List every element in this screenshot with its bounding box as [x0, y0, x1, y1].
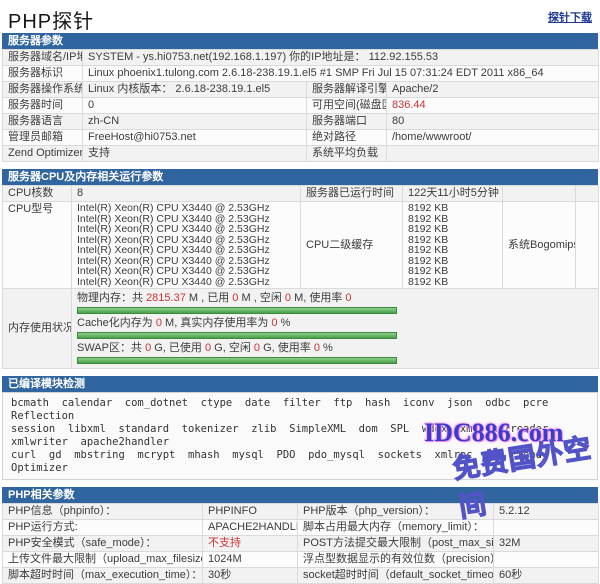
php-params-table: PHP信息（phpinfo）： PHPINFO PHP版本（php_versio… — [2, 503, 599, 584]
modules-line: bcmath calendar com_dotnet ctype date fi… — [11, 397, 589, 423]
row-value: Apache/2 — [387, 82, 599, 98]
physical-memory-progress-bar — [77, 307, 397, 314]
row-label: 服务器标识 — [3, 66, 83, 82]
row-label: PHP安全模式（safe_mode）： — [3, 536, 203, 552]
table-row: 内存使用状况 物理内存：共 2815.37 M , 已用 0 M , 空闲 0 … — [3, 289, 599, 369]
table-row: Zend Optimizer 支持 系统平均负载 — [3, 146, 599, 162]
cpu-cores-value: 8 — [72, 186, 301, 202]
row-value: zh-CN — [83, 114, 307, 130]
row-value: 支持 — [83, 146, 307, 162]
empty-cell — [576, 202, 599, 289]
section-bar-php-params: PHP相关参数 — [2, 487, 598, 503]
empty-cell — [503, 186, 576, 202]
table-row: PHP运行方式: APACHE2HANDLER 脚本占用最大内存（memory_… — [3, 520, 599, 536]
socket-timeout-value: 60秒 — [494, 568, 599, 584]
disk-free-value: 836.44 — [387, 98, 599, 114]
table-row: 服务器标识 Linux phoenix1.tulong.com 2.6.18-2… — [3, 66, 599, 82]
row-label: PHP信息（phpinfo）： — [3, 504, 203, 520]
row-label: Zend Optimizer — [3, 146, 83, 162]
table-row: PHP安全模式（safe_mode）： 不支持 POST方法提交最大限制（pos… — [3, 536, 599, 552]
row-value: Linux phoenix1.tulong.com 2.6.18-238.19.… — [83, 66, 599, 82]
row-value: FreeHost@hi0753.net — [83, 130, 307, 146]
row-label: 服务器解译引擎 — [307, 82, 387, 98]
row-label: 服务器已运行时间 — [301, 186, 403, 202]
table-row: 服务器操作系统 Linux 内核版本： 2.6.18-238.19.1.el5 … — [3, 82, 599, 98]
row-label: 绝对路径 — [307, 130, 387, 146]
cpu-memory-table: CPU核数 8 服务器已运行时间 122天11小时5分钟 CPU型号 Intel… — [2, 185, 599, 369]
table-row: 服务器时间 0 可用空间(磁盘区) 836.44 — [3, 98, 599, 114]
table-row: 管理员邮箱 FreeHost@hi0753.net 绝对路径 /home/www… — [3, 130, 599, 146]
row-label: 服务器操作系统 — [3, 82, 83, 98]
table-row: 上传文件最大限制（upload_max_filesize）： 1024M 浮点型… — [3, 552, 599, 568]
row-label: 服务器域名/IP地址 — [3, 50, 83, 66]
row-value: Linux 内核版本： 2.6.18-238.19.1.el5 — [83, 82, 307, 98]
php-sapi-value: APACHE2HANDLER — [203, 520, 298, 536]
row-label: 系统Bogomips — [503, 202, 576, 289]
row-label: 内存使用状况 — [3, 289, 72, 369]
row-value — [387, 146, 599, 162]
section-bar-server-params: 服务器参数 — [2, 33, 598, 49]
row-value: 0 — [83, 98, 307, 114]
row-label: 浮点型数据显示的有效位数（precision）： — [298, 552, 494, 568]
swap-progress-bar — [77, 357, 397, 364]
page-header: 探针下载 PHP探针 — [0, 0, 600, 33]
section-bar-cpu-memory: 服务器CPU及内存相关运行参数 — [2, 169, 598, 185]
row-label: 服务器语言 — [3, 114, 83, 130]
table-row: PHP信息（phpinfo）： PHPINFO PHP版本（php_versio… — [3, 504, 599, 520]
max-execution-time-value: 30秒 — [203, 568, 298, 584]
row-value: /home/wwwroot/ — [387, 130, 599, 146]
row-label: 上传文件最大限制（upload_max_filesize）： — [3, 552, 203, 568]
upload-max-filesize-value: 1024M — [203, 552, 298, 568]
row-label: CPU二级缓存 — [301, 202, 403, 289]
row-label: 服务器端口 — [307, 114, 387, 130]
row-label: CPU核数 — [3, 186, 72, 202]
table-row: 服务器域名/IP地址 SYSTEM - ys.hi0753.net(192.16… — [3, 50, 599, 66]
page-title: PHP探针 — [8, 11, 94, 33]
modules-line: session libxml standard tokenizer zlib S… — [11, 423, 589, 449]
row-label: socket超时时间（default_socket_timeout）： — [298, 568, 494, 584]
row-label: 脚本超时时间（max_execution_time）： — [3, 568, 203, 584]
probe-download-link[interactable]: 探针下载 — [548, 9, 592, 25]
safe-mode-value: 不支持 — [203, 536, 298, 552]
cpu-model-list: Intel(R) Xeon(R) CPU X3440 @ 2.53GHz Int… — [72, 202, 301, 289]
table-row: 脚本超时时间（max_execution_time）： 30秒 socket超时… — [3, 568, 599, 584]
row-label: 脚本占用最大内存（memory_limit）： — [298, 520, 494, 536]
row-label: 可用空间(磁盘区) — [307, 98, 387, 114]
table-row: CPU型号 Intel(R) Xeon(R) CPU X3440 @ 2.53G… — [3, 202, 599, 289]
table-row: 服务器语言 zh-CN 服务器端口 80 — [3, 114, 599, 130]
cache-memory-line: Cache化内存为 0 M, 真实内存使用率为 0 % — [77, 317, 593, 330]
row-label: CPU型号 — [3, 202, 72, 289]
row-value: 80 — [387, 114, 599, 130]
modules-list: bcmath calendar com_dotnet ctype date fi… — [2, 392, 598, 480]
uptime-value: 122天11小时5分钟 — [403, 186, 503, 202]
row-label: POST方法提交最大限制（post_max_size）： — [298, 536, 494, 552]
cpu-cache-list: 8192 KB 8192 KB 8192 KB 8192 KB 8192 KB … — [403, 202, 503, 289]
memory-limit-value — [494, 520, 599, 536]
php-version-value: 5.2.12 — [494, 504, 599, 520]
swap-line: SWAP区：共 0 G, 已使用 0 G, 空闲 0 G, 使用率 0 % — [77, 342, 593, 355]
post-max-size-value: 32M — [494, 536, 599, 552]
row-label: 管理员邮箱 — [3, 130, 83, 146]
row-label: PHP运行方式: — [3, 520, 203, 536]
memory-usage-cell: 物理内存：共 2815.37 M , 已用 0 M , 空闲 0 M, 使用率 … — [72, 289, 599, 369]
row-label: PHP版本（php_version）： — [298, 504, 494, 520]
precision-value — [494, 552, 599, 568]
cache-memory-progress-bar — [77, 332, 397, 339]
physical-memory-line: 物理内存：共 2815.37 M , 已用 0 M , 空闲 0 M, 使用率 … — [77, 292, 593, 305]
modules-line: curl gd mbstring mcrypt mhash mysql PDO … — [11, 449, 589, 475]
table-row: CPU核数 8 服务器已运行时间 122天11小时5分钟 — [3, 186, 599, 202]
row-value: SYSTEM - ys.hi0753.net(192.168.1.197) 你的… — [83, 50, 599, 66]
row-label: 系统平均负载 — [307, 146, 387, 162]
empty-cell — [576, 186, 599, 202]
section-bar-modules: 已编译模块检测 — [2, 376, 598, 392]
row-label: 服务器时间 — [3, 98, 83, 114]
phpinfo-value: PHPINFO — [203, 504, 298, 520]
server-params-table: 服务器域名/IP地址 SYSTEM - ys.hi0753.net(192.16… — [2, 49, 599, 162]
